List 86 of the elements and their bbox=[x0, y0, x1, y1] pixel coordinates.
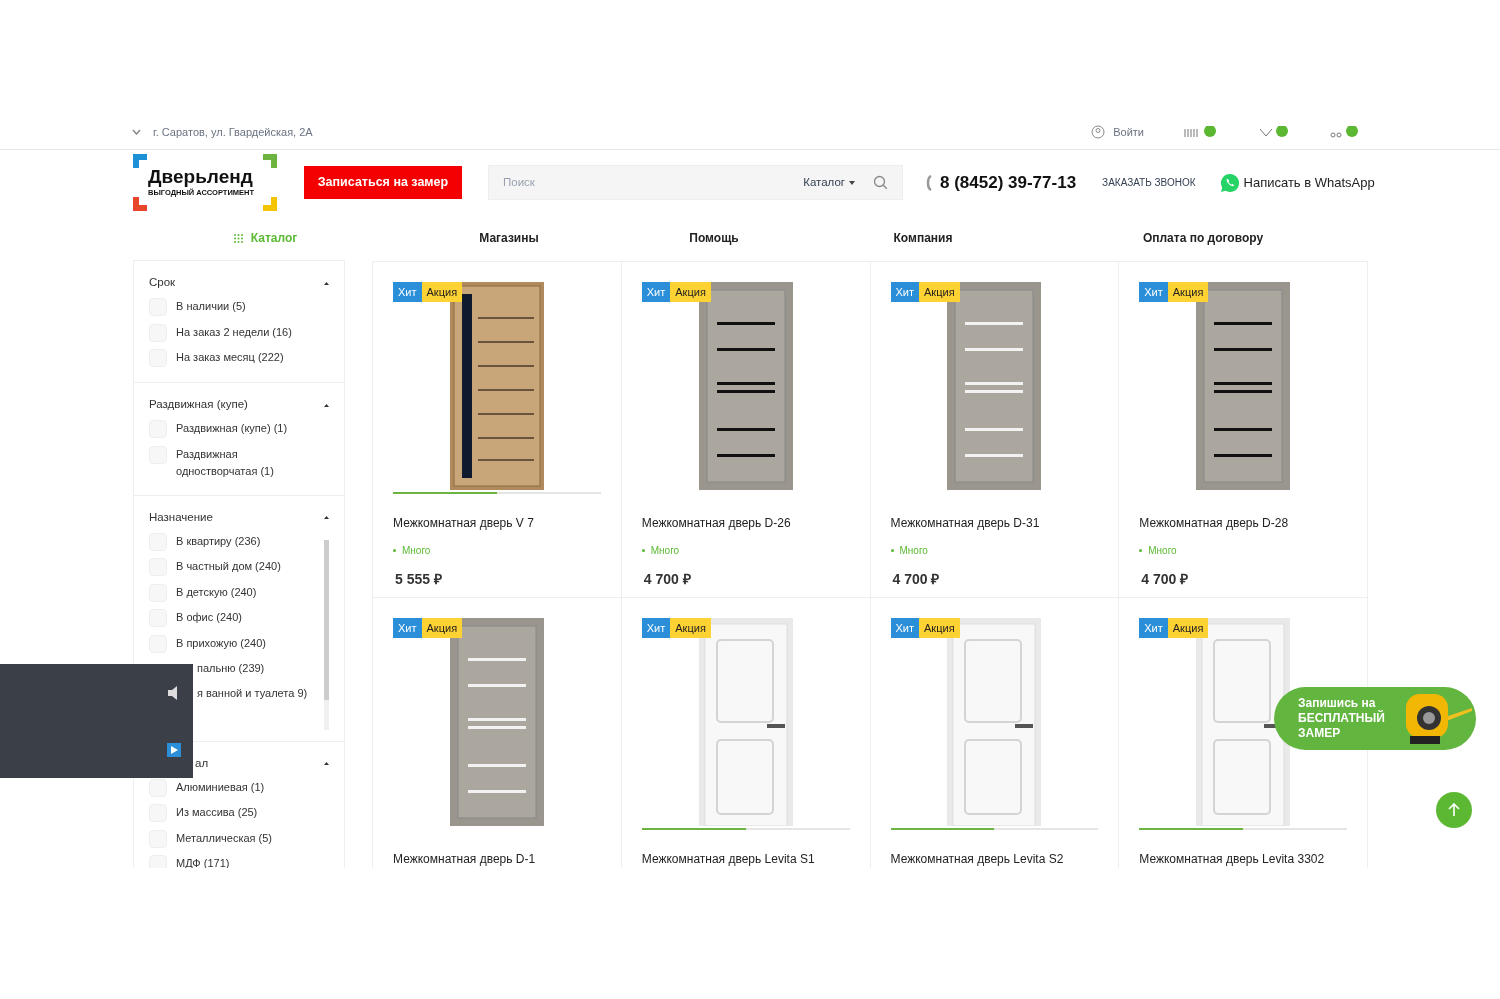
filter-option[interactable]: Из массива (25) bbox=[149, 804, 329, 822]
product-name[interactable]: Межкомнатная дверь D-28 bbox=[1139, 514, 1347, 532]
product-label: Хит bbox=[393, 282, 422, 302]
video-thumbnail[interactable] bbox=[0, 664, 193, 778]
grid-icon bbox=[233, 233, 243, 243]
filter-title[interactable]: Назначение bbox=[149, 508, 213, 527]
filter-option[interactable]: Металлическая (5) bbox=[149, 829, 329, 848]
product-name[interactable]: Межкомнатная дверь D-1 bbox=[393, 850, 601, 868]
filter-option[interactable]: Раздвижная одностворчатая (1) bbox=[149, 445, 329, 480]
product-label: Акция bbox=[919, 282, 960, 302]
stock-status: Много bbox=[641, 543, 850, 558]
filter-option[interactable]: На заказ 2 недели (16) bbox=[149, 323, 329, 342]
stock-status: Много bbox=[890, 543, 1099, 558]
search-icon[interactable] bbox=[873, 175, 888, 190]
product-name[interactable]: Межкомнатная дверь D-31 bbox=[890, 514, 1099, 532]
arrow-up-icon bbox=[1448, 803, 1460, 817]
stock-status: Много bbox=[1139, 543, 1347, 558]
product-label: Акция bbox=[670, 618, 711, 638]
filter-option[interactable]: В наличии (5) bbox=[149, 298, 329, 316]
filter-title[interactable]: ал bbox=[195, 754, 209, 773]
product-label: Хит bbox=[1139, 282, 1168, 302]
image-slider-indicator[interactable] bbox=[393, 492, 601, 494]
product-label: Хит bbox=[890, 282, 920, 302]
product-label: Акция bbox=[1167, 282, 1209, 302]
phone-number[interactable]: 8 (8452) 39-77-13 bbox=[940, 169, 1077, 196]
filter-option[interactable]: В частный дом (240) bbox=[149, 558, 309, 576]
product-price: 5 555 ₽ bbox=[394, 570, 443, 589]
stock-status: Много bbox=[393, 543, 601, 558]
product-name[interactable]: Межкомнатная дверь Levita S2 bbox=[890, 850, 1099, 868]
collapse-icon[interactable] bbox=[324, 762, 329, 765]
product-label: Акция bbox=[670, 282, 711, 302]
heart-icon[interactable] bbox=[1258, 126, 1290, 138]
product-name[interactable]: Межкомнатная дверь D-26 bbox=[641, 514, 850, 532]
collapse-icon[interactable] bbox=[324, 403, 329, 407]
product-name[interactable]: Межкомнатная дверь Levita 3302 bbox=[1139, 850, 1347, 868]
product-label: Хит bbox=[1139, 618, 1168, 638]
nav-link[interactable]: Магазины bbox=[398, 229, 620, 247]
callback-link[interactable]: ЗАКАЗАТЬ ЗВОНОК bbox=[1102, 175, 1196, 190]
filter-option[interactable]: В детскую (240) bbox=[149, 583, 309, 602]
product-label: Акция bbox=[421, 618, 463, 638]
whatsapp-link[interactable]: Написать в WhatsApp bbox=[1219, 172, 1375, 193]
collapse-icon[interactable] bbox=[324, 516, 329, 519]
filter-option[interactable]: Раздвижная (купе) (1) bbox=[149, 420, 329, 438]
product-label: Хит bbox=[393, 618, 422, 638]
caret-icon bbox=[849, 180, 855, 185]
login-link[interactable]: Войти bbox=[1091, 123, 1144, 141]
phone-icon bbox=[925, 174, 932, 191]
compare-icon[interactable] bbox=[1184, 126, 1218, 138]
product-price: 4 700 ₽ bbox=[1140, 570, 1190, 589]
filter-option[interactable]: я ванной и туалета 9) bbox=[197, 684, 309, 702]
product-name[interactable]: Межкомнатная дверь V 7 bbox=[393, 514, 601, 532]
product-price: 4 700 ₽ bbox=[642, 570, 692, 589]
chevron-icon bbox=[132, 129, 141, 135]
product-price: 4 700 ₽ bbox=[891, 570, 941, 589]
scrollbar[interactable] bbox=[324, 539, 329, 730]
address-text: г. Саратов, ул. Гвардейская, 2А bbox=[153, 124, 313, 140]
filter-option[interactable]: В квартиру (236) bbox=[149, 532, 309, 551]
image-slider-indicator[interactable] bbox=[641, 828, 850, 830]
filter-option[interactable]: пальню (239) bbox=[197, 660, 309, 677]
product-label: Акция bbox=[421, 282, 463, 302]
cart-icon[interactable] bbox=[1330, 126, 1360, 138]
chat-icon bbox=[1219, 172, 1240, 193]
scroll-up-button[interactable] bbox=[1436, 792, 1472, 828]
filter-title[interactable]: Срок bbox=[149, 274, 176, 292]
filter-option[interactable]: В офис (240) bbox=[149, 609, 309, 627]
product-label: Хит bbox=[641, 282, 671, 302]
measure-button[interactable]: Записаться на замер bbox=[304, 166, 462, 199]
product-label: Хит bbox=[890, 618, 920, 638]
collapse-icon[interactable] bbox=[324, 281, 329, 285]
nav-link[interactable]: Помощь bbox=[620, 229, 808, 247]
user-icon bbox=[1091, 125, 1106, 139]
product-label: Акция bbox=[1167, 618, 1209, 638]
play-icon[interactable] bbox=[167, 743, 181, 757]
filter-option[interactable]: В прихожую (240) bbox=[149, 634, 309, 653]
filter-option[interactable]: Алюминиевая (1) bbox=[149, 778, 329, 797]
product-label: Акция bbox=[919, 618, 960, 638]
image-slider-indicator[interactable] bbox=[890, 828, 1099, 830]
catalog-dropdown[interactable]: Каталог bbox=[803, 173, 855, 192]
nav-link[interactable]: Оплата по договору bbox=[1038, 229, 1368, 247]
image-slider-indicator[interactable] bbox=[1139, 828, 1347, 830]
product-label: Хит bbox=[641, 618, 671, 638]
filter-title[interactable]: Раздвижная (купе) bbox=[149, 396, 248, 414]
product-name[interactable]: Межкомнатная дверь Levita S1 bbox=[641, 850, 850, 868]
nav-link[interactable]: Компания bbox=[808, 229, 1038, 247]
search-field[interactable]: Поиск Каталог bbox=[488, 165, 903, 200]
filter-option[interactable]: На заказ месяц (222) bbox=[149, 349, 329, 367]
